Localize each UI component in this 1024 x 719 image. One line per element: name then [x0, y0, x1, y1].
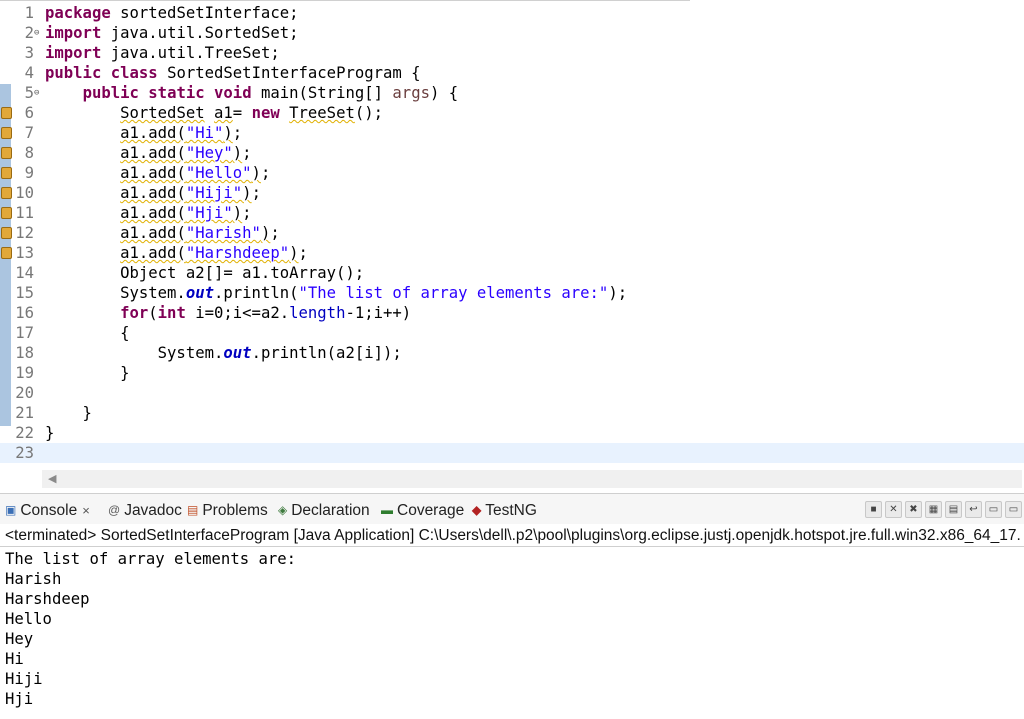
code-lines: 1 package sortedSetInterface; 2 ⊖ import ja… — [0, 3, 1024, 463]
console-icon: ▣ — [5, 503, 17, 517]
code-line-current[interactable]: 23 — [0, 443, 1024, 463]
code-line[interactable]: 11 a1.add("Hji"); — [0, 203, 1024, 223]
javadoc-icon: @ — [108, 503, 121, 517]
terminate-icon[interactable]: ■ — [865, 501, 882, 518]
clear-console-icon[interactable]: ▦ — [925, 501, 942, 518]
code-line[interactable]: 22} — [0, 423, 1024, 443]
view-tabs: ▣ Console × @ Javadoc ▤ Problems ◈ Declaratio… — [0, 494, 1024, 524]
testng-icon: ◆ — [472, 503, 482, 517]
code-line[interactable]: 17 { — [0, 323, 1024, 343]
close-icon[interactable]: × — [82, 503, 90, 518]
console-view: ▣ Console × @ Javadoc ▤ Problems ◈ Declaratio… — [0, 493, 1024, 719]
tab-javadoc[interactable]: @ Javadoc — [108, 500, 182, 520]
class-name: SortedSetInterfaceProgram — [167, 64, 402, 82]
display-console-icon[interactable]: ▭ — [1005, 501, 1022, 518]
code-line[interactable]: 8 a1.add("Hey"); — [0, 143, 1024, 163]
output-line: Hello — [5, 610, 52, 628]
problems-icon: ▤ — [187, 503, 199, 517]
code-line[interactable]: 15 System.out.println("The list of array… — [0, 283, 1024, 303]
tab-console[interactable]: ▣ Console × — [5, 500, 90, 520]
output-line: Hiji — [5, 670, 43, 688]
code-line[interactable]: 14 Object a2[]= a1.toArray(); — [0, 263, 1024, 283]
code-line[interactable]: 2 ⊖ import java.util.SortedSet; — [0, 23, 1024, 43]
code-line[interactable]: 18 System.out.println(a2[i]); — [0, 343, 1024, 363]
console-separator — [0, 546, 1024, 547]
code-line[interactable]: 7 a1.add("Hi"); — [0, 123, 1024, 143]
package-name: sortedSetInterface — [120, 4, 290, 22]
import-name: java.util.SortedSet — [110, 24, 290, 42]
editor-horizontal-scrollbar[interactable]: ◀ — [42, 470, 1022, 488]
code-line[interactable]: 9 a1.add("Hello"); — [0, 163, 1024, 183]
code-line[interactable]: 12 a1.add("Harish"); — [0, 223, 1024, 243]
remove-all-launches-icon[interactable]: ✖ — [905, 501, 922, 518]
declaration-icon: ◈ — [278, 503, 288, 517]
fold-icon[interactable]: ⊖ — [34, 83, 39, 103]
output-line: Hi — [5, 650, 24, 668]
code-line[interactable]: 4 public class SortedSetInterfaceProgram … — [0, 63, 1024, 83]
code-line[interactable]: 3 import java.util.TreeSet; — [0, 43, 1024, 63]
console-output[interactable]: The list of array elements are: Harish H… — [5, 549, 296, 709]
remove-launch-icon[interactable]: ✕ — [885, 501, 902, 518]
console-title: <terminated> SortedSetInterfaceProgram [… — [5, 527, 1021, 544]
pin-console-icon[interactable]: ▭ — [985, 501, 1002, 518]
output-line: Harish — [5, 570, 62, 588]
code-line[interactable]: 6 SortedSet a1= new TreeSet(); — [0, 103, 1024, 123]
tab-problems[interactable]: ▤ Problems — [187, 500, 268, 520]
code-line[interactable]: 20 — [0, 383, 1024, 403]
console-toolbar: ■ ✕ ✖ ▦ ▤ ↩ ▭ ▭ — [862, 499, 1022, 518]
code-editor[interactable]: 1 package sortedSetInterface; 2 ⊖ import ja… — [0, 0, 1024, 465]
output-line: Hey — [5, 630, 34, 648]
tab-testng[interactable]: ◆ TestNG — [472, 500, 537, 520]
import-name: java.util.TreeSet — [110, 44, 271, 62]
code-line[interactable]: 1 package sortedSetInterface; — [0, 3, 1024, 23]
output-line: Harshdeep — [5, 590, 90, 608]
output-line: Hji — [5, 690, 34, 708]
coverage-icon: ▬ — [381, 503, 393, 517]
code-line[interactable]: 16 for(int i=0;i<=a2.length-1;i++) — [0, 303, 1024, 323]
tab-coverage[interactable]: ▬ Coverage — [381, 500, 464, 520]
code-line[interactable]: 19 } — [0, 363, 1024, 383]
tab-declaration[interactable]: ◈ Declaration — [278, 500, 370, 520]
code-line[interactable]: 21 } — [0, 403, 1024, 423]
code-line[interactable]: 10 a1.add("Hiji"); — [0, 183, 1024, 203]
fold-icon[interactable]: ⊖ — [34, 23, 39, 43]
output-line: The list of array elements are: — [5, 550, 297, 568]
code-line[interactable]: 13 a1.add("Harshdeep"); — [0, 243, 1024, 263]
code-line[interactable]: 5 ⊖ public static void main(String[] args… — [0, 83, 1024, 103]
word-wrap-icon[interactable]: ↩ — [965, 501, 982, 518]
scroll-left-icon[interactable]: ◀ — [48, 472, 56, 485]
scroll-lock-icon[interactable]: ▤ — [945, 501, 962, 518]
